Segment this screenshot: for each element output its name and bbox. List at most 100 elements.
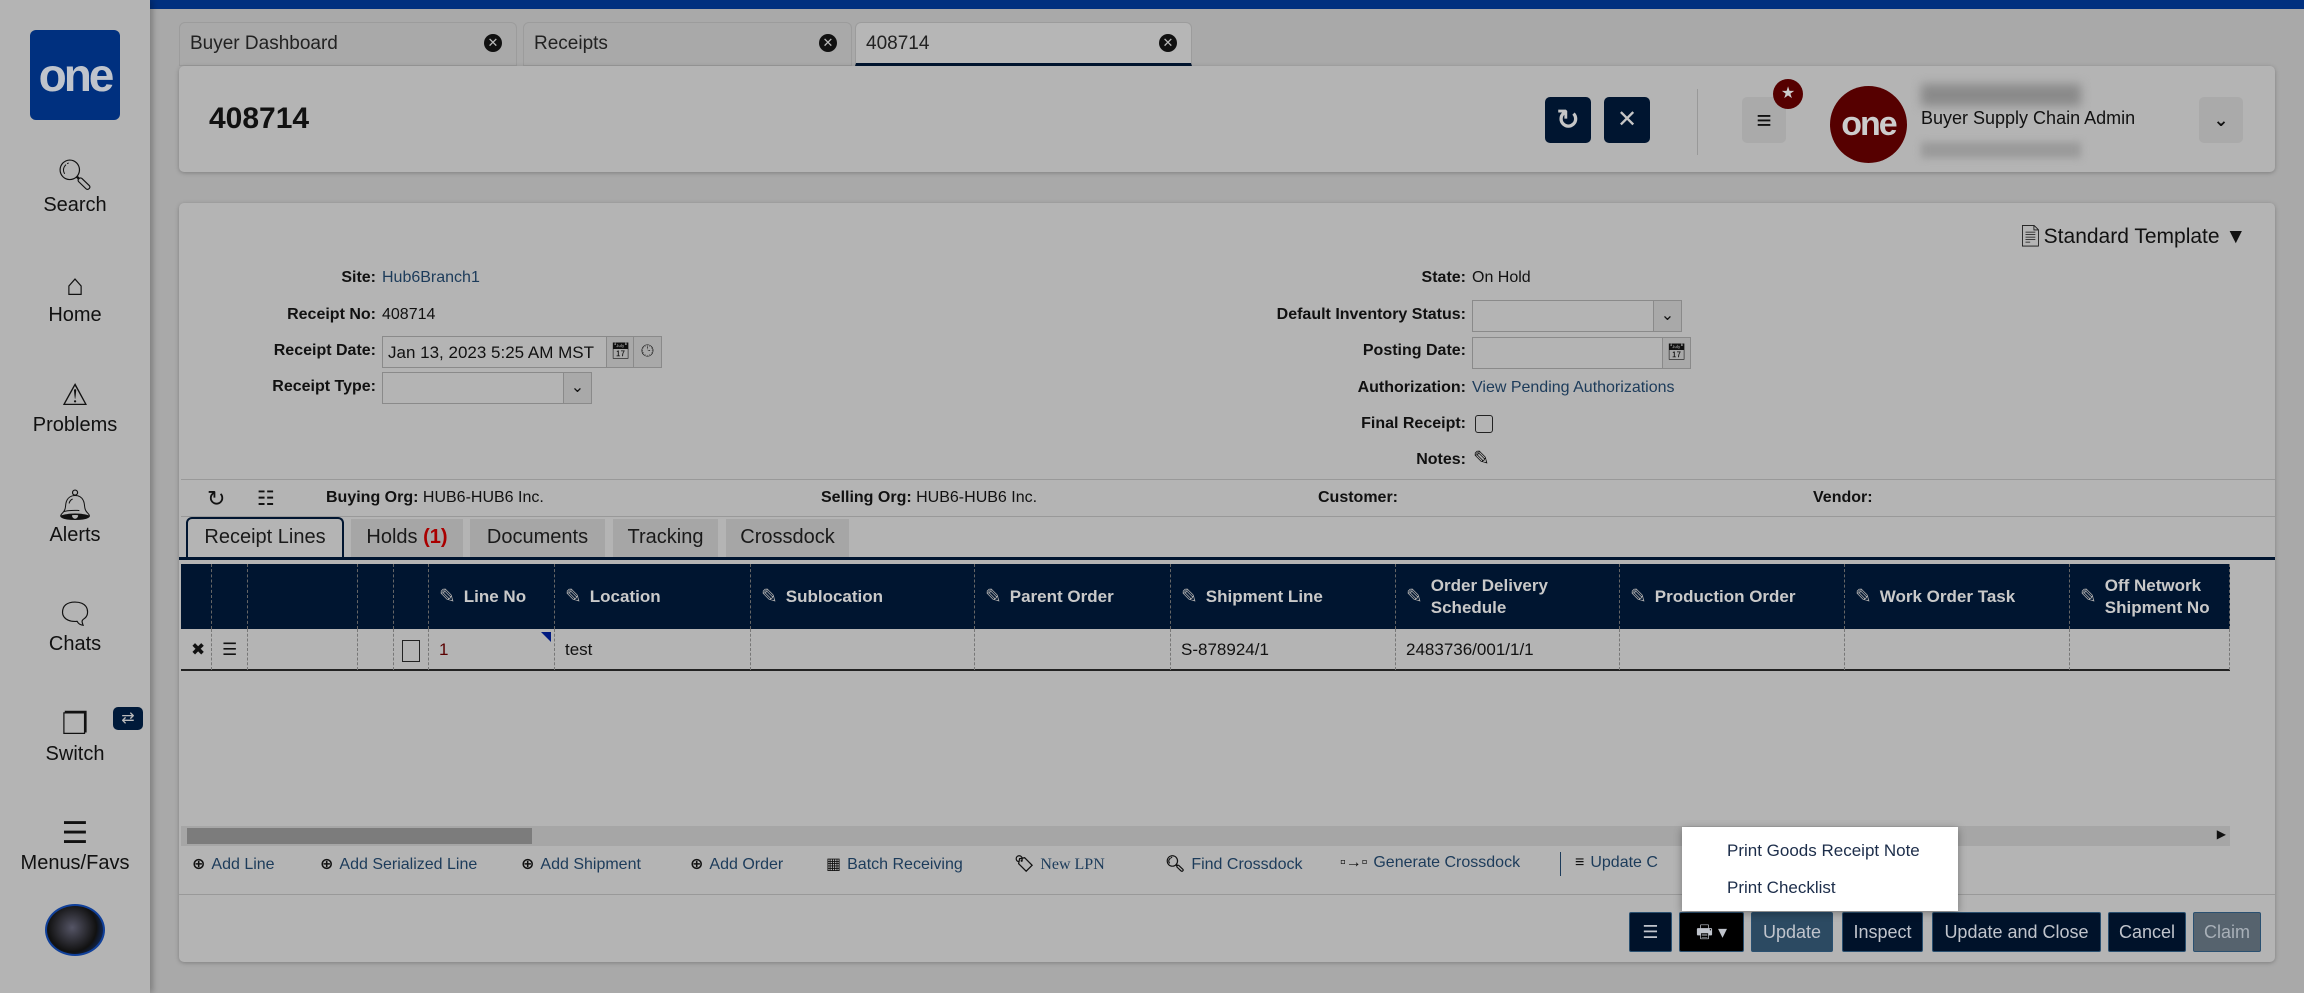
sidebar-item-alerts[interactable]: 🔔︎ Alerts [0, 488, 150, 547]
user-menu-chevron[interactable]: ⌄ [2199, 97, 2243, 143]
close-tab-icon[interactable]: ✕ [1159, 34, 1177, 52]
final-receipt-checkbox[interactable] [1475, 415, 1493, 433]
new-lpn-button[interactable]: 🏷︎ New LPN [1014, 854, 1105, 874]
view-pending-authorizations-link[interactable]: View Pending Authorizations [1472, 379, 1675, 397]
inventory-status-select[interactable]: ⌄ [1472, 300, 1682, 332]
update-button[interactable]: Update [1751, 912, 1833, 952]
close-button[interactable]: ✕ [1604, 97, 1650, 143]
sidebar-item-chats[interactable]: 🗨︎ Chats [0, 597, 150, 656]
list-icon[interactable]: ☷ [257, 486, 275, 511]
sidebar-item-home[interactable]: ⌂ Home [0, 268, 150, 327]
tab-holds[interactable]: Holds (1) [351, 519, 463, 558]
chevron-down-icon[interactable]: ⌄ [563, 373, 591, 403]
inspect-button[interactable]: Inspect [1842, 912, 1923, 952]
delete-row-icon[interactable]: ✖ [181, 629, 212, 670]
add-shipment-button[interactable]: ⊕ Add Shipment [521, 854, 641, 874]
bell-icon: 🔔︎ [55, 489, 95, 522]
column-header-sublocation[interactable]: ✎ Sublocation [751, 564, 975, 629]
calendar-icon[interactable]: 📅︎ [1662, 338, 1690, 368]
cell-line-no[interactable]: 1 [429, 629, 555, 670]
clock-icon[interactable]: 🕒︎ [633, 337, 661, 367]
buying-org-value: HUB6-HUB6 Inc. [422, 489, 544, 506]
tab-documents[interactable]: Documents [470, 519, 605, 558]
action-label: Add Shipment [540, 856, 641, 873]
column-header-line-no[interactable]: ✎ Line No [429, 564, 555, 629]
top-bar [0, 0, 2304, 9]
tab-408714[interactable]: 408714 ✕ [855, 22, 1192, 66]
cell-location[interactable]: test [555, 629, 751, 670]
tab-crossdock[interactable]: Crossdock [726, 519, 849, 558]
divider [1697, 89, 1698, 155]
sidebar-item-search[interactable]: 🔍︎ Search [0, 158, 150, 217]
history-button[interactable]: ☰ [1629, 912, 1672, 952]
add-serialized-line-button[interactable]: ⊕ Add Serialized Line [320, 854, 477, 874]
receipt-type-select[interactable]: ⌄ [382, 372, 592, 404]
column-label: Shipment Line [1205, 586, 1323, 606]
column-header-work-order-task[interactable]: ✎ Work Order Task [1845, 564, 2070, 629]
sidebar-item-problems[interactable]: ⚠ Problems [0, 378, 150, 437]
edit-notes-icon[interactable]: ✎ [1473, 446, 1490, 471]
user-avatar[interactable] [45, 904, 105, 956]
search-icon: 🔍︎ [55, 159, 95, 192]
column-header-production-order[interactable]: ✎ Production Order [1620, 564, 1845, 629]
column-header-shipment-line[interactable]: ✎ Shipment Line [1171, 564, 1396, 629]
scrollbar-thumb[interactable] [187, 828, 532, 844]
add-order-button[interactable]: ⊕ Add Order [690, 854, 783, 874]
edit-lines-icon: ≡ [1575, 854, 1585, 871]
claim-button[interactable]: Claim [2193, 912, 2261, 952]
template-selector[interactable]: 📄︎Standard Template ▼ [2017, 225, 2246, 249]
tab-buyer-dashboard[interactable]: Buyer Dashboard ✕ [179, 22, 517, 66]
column-header-order-delivery-schedule[interactable]: ✎ Order Delivery Schedule [1396, 564, 1620, 629]
cell-production-order[interactable] [1620, 629, 1845, 670]
posting-date-input[interactable]: 📅︎ [1472, 337, 1691, 369]
cancel-button[interactable]: Cancel [2108, 912, 2186, 952]
tab-receipts[interactable]: Receipts ✕ [523, 22, 852, 66]
cell-off-network-shipment-no[interactable] [2070, 629, 2230, 670]
app-logo[interactable]: one [30, 30, 120, 120]
cell-order-delivery-schedule[interactable]: 2483736/001/1/1 [1396, 629, 1620, 670]
refresh-button[interactable]: ↻ [1545, 97, 1591, 143]
cell-work-order-task[interactable] [1845, 629, 2070, 670]
user-avatar[interactable]: one [1830, 86, 1907, 163]
receipt-date-label: Receipt Date: [273, 342, 376, 359]
action-label: Add Order [709, 856, 784, 873]
close-tab-icon[interactable]: ✕ [484, 34, 502, 52]
calendar-icon[interactable]: 📅︎ [606, 337, 634, 367]
cell-shipment-line[interactable]: S-878924/1 [1171, 629, 1396, 670]
close-tab-icon[interactable]: ✕ [819, 34, 837, 52]
print-dropdown-button[interactable]: 🖶︎ ▾ [1679, 912, 1744, 952]
site-link[interactable]: Hub6Branch1 [382, 269, 480, 287]
scroll-right-icon[interactable]: ▶ [2217, 827, 2226, 841]
sidebar-item-menus[interactable]: ☰ Menus/Favs [0, 816, 150, 875]
column-label: Line No [463, 586, 527, 606]
add-line-button[interactable]: ⊕ Add Line [192, 854, 275, 874]
refresh-icon[interactable]: ↻ [207, 486, 225, 512]
edit-icon: ✎ [1406, 585, 1423, 608]
update-and-close-button[interactable]: Update and Close [1932, 912, 2101, 952]
find-crossdock-button[interactable]: 🔍︎ Find Crossdock [1165, 854, 1302, 874]
column-header-off-network-shipment-no[interactable]: ✎ Off Network Shipment No [2070, 564, 2230, 629]
user-email-redacted [1921, 142, 2081, 158]
column-header-parent-order[interactable]: ✎ Parent Order [975, 564, 1171, 629]
row-checkbox[interactable] [394, 629, 429, 670]
tab-tracking[interactable]: Tracking [613, 519, 718, 558]
column-label: Parent Order [1009, 586, 1114, 606]
template-label: Standard Template [2043, 225, 2220, 248]
column-header-location[interactable]: ✎ Location [555, 564, 751, 629]
cell-sublocation[interactable] [751, 629, 975, 670]
print-checklist-item[interactable]: Print Checklist [1727, 878, 1836, 898]
update-button-truncated[interactable]: ≡ Update C [1575, 854, 1658, 872]
receipt-date-input[interactable]: Jan 13, 2023 5:25 AM MST 📅︎ 🕒︎ [382, 336, 662, 368]
print-goods-receipt-note-item[interactable]: Print Goods Receipt Note [1727, 841, 1920, 861]
generate-crossdock-button[interactable]: ▫→▫ Generate Crossdock [1340, 854, 1520, 872]
caret-down-icon: ▼ [2225, 225, 2247, 248]
tab-receipt-lines[interactable]: Receipt Lines [186, 517, 344, 560]
chevron-down-icon[interactable]: ⌄ [1653, 301, 1681, 331]
switch-arrows-icon[interactable]: ⇄ [113, 707, 143, 730]
history-icon[interactable]: ☰ [212, 629, 248, 670]
cell-parent-order[interactable] [975, 629, 1171, 670]
sidebar-label: Alerts [49, 524, 101, 546]
state-value: On Hold [1472, 269, 1531, 286]
batch-receiving-button[interactable]: ▦ Batch Receiving [826, 854, 963, 874]
favorite-star-icon[interactable]: ★ [1773, 79, 1803, 109]
